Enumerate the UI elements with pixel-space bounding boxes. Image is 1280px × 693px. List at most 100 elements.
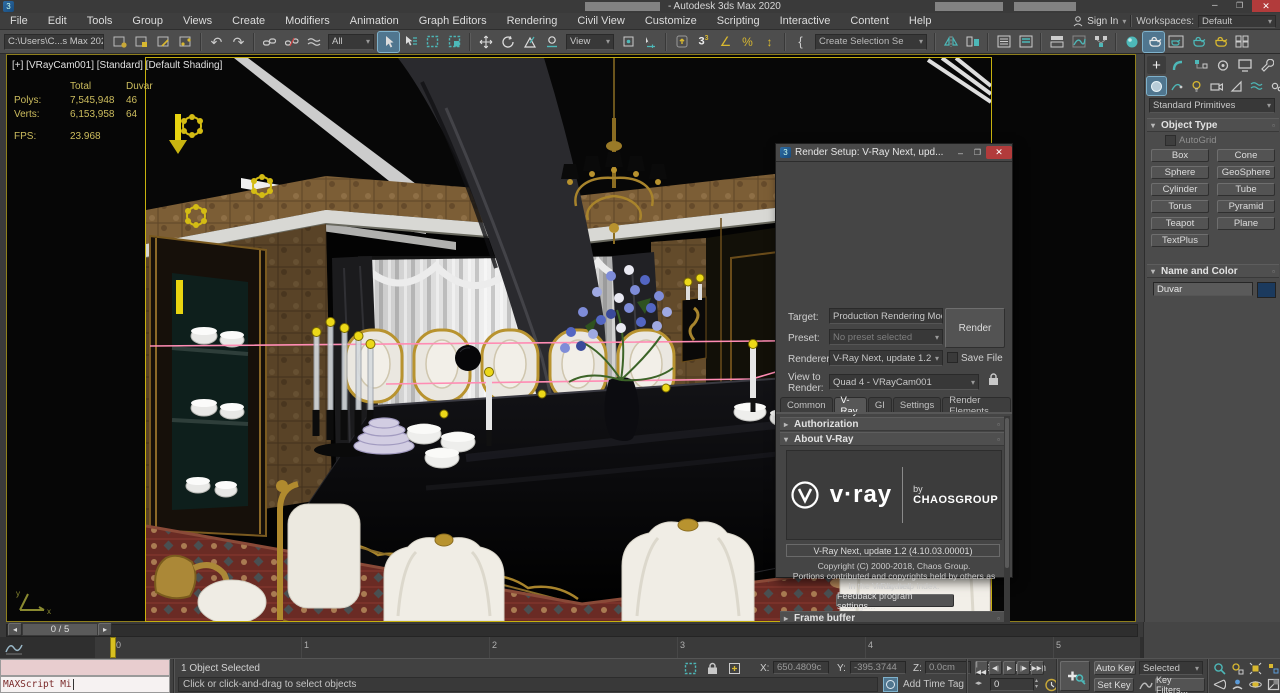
feedback-settings-button[interactable]: Feedback program settings... xyxy=(836,594,954,607)
rollout-authorization[interactable]: Authorization xyxy=(780,417,1004,431)
view-to-render-dropdown[interactable]: Quad 4 - VRayCam001 xyxy=(829,374,979,390)
tab-v-ray[interactable]: V-Ray xyxy=(834,397,867,413)
create-box-button[interactable]: Box xyxy=(1151,149,1209,162)
menu-file[interactable]: File xyxy=(0,15,38,27)
frame-number-field[interactable]: 0 xyxy=(990,678,1034,691)
menu-help[interactable]: Help xyxy=(899,15,942,27)
target-dropdown[interactable]: Production Rendering Mode xyxy=(829,308,943,324)
create-textplus-button[interactable]: TextPlus xyxy=(1151,234,1209,247)
renderer-dropdown[interactable]: V-Ray Next, update 1.2 xyxy=(829,350,943,366)
time-tag-icon[interactable] xyxy=(884,678,897,691)
selection-lock-icon[interactable] xyxy=(704,661,721,676)
set-key-button[interactable]: Set Key xyxy=(1094,678,1134,692)
dialog-maximize-button[interactable] xyxy=(969,146,986,159)
tab-create[interactable]: + xyxy=(1147,56,1166,74)
zoom-extents-icon[interactable] xyxy=(1247,661,1264,676)
subtab-cameras[interactable] xyxy=(1207,77,1226,95)
next-frame-button[interactable]: |▶ xyxy=(1017,661,1030,675)
menu-modifiers[interactable]: Modifiers xyxy=(275,15,340,27)
toggle-scene-explorer-icon[interactable] xyxy=(993,32,1014,52)
select-and-place-icon[interactable] xyxy=(541,32,562,52)
orbit-icon[interactable] xyxy=(1247,677,1264,692)
object-color-swatch[interactable] xyxy=(1257,282,1276,298)
subtab-lights[interactable] xyxy=(1187,77,1206,95)
create-tube-button[interactable]: Tube xyxy=(1217,183,1275,196)
tab-modify[interactable] xyxy=(1169,56,1188,74)
create-torus-button[interactable]: Torus xyxy=(1151,200,1209,213)
field-of-view-icon[interactable] xyxy=(1211,677,1228,692)
previous-frame-arrow[interactable] xyxy=(8,623,22,636)
curve-editor-icon[interactable] xyxy=(1068,32,1089,52)
tab-display[interactable] xyxy=(1235,56,1254,74)
zoom-all-icon[interactable] xyxy=(1229,661,1246,676)
keyboard-override-icon[interactable] xyxy=(671,32,692,52)
menu-animation[interactable]: Animation xyxy=(340,15,409,27)
rollout-object-type[interactable]: Object Type xyxy=(1147,118,1279,132)
create-sphere-button[interactable]: Sphere xyxy=(1151,166,1209,179)
isolate-selection-icon[interactable] xyxy=(682,661,699,676)
select-and-rotate-icon[interactable] xyxy=(497,32,518,52)
key-filters-curve-icon[interactable] xyxy=(1139,679,1153,691)
menu-create[interactable]: Create xyxy=(222,15,275,27)
tab-settings[interactable]: Settings xyxy=(893,397,941,413)
preset-dropdown[interactable]: No preset selected xyxy=(829,329,943,345)
add-time-tag[interactable]: Add Time Tag xyxy=(903,679,964,690)
toggle-layer-explorer-icon[interactable] xyxy=(1015,32,1036,52)
subtab-space-warps[interactable] xyxy=(1247,77,1266,95)
lock-view-icon[interactable] xyxy=(988,373,999,386)
menu-group[interactable]: Group xyxy=(122,15,173,27)
unlink-selection-icon[interactable] xyxy=(281,32,302,52)
selection-filter-dropdown[interactable]: All xyxy=(328,34,374,50)
zoom-icon[interactable] xyxy=(1211,661,1228,676)
time-slider-handle[interactable]: 0 / 5 xyxy=(8,623,112,636)
subtab-shapes[interactable] xyxy=(1167,77,1186,95)
menu-customize[interactable]: Customize xyxy=(635,15,707,27)
render-setup-icon[interactable] xyxy=(1143,32,1164,52)
sign-in-button[interactable]: Sign In xyxy=(1087,16,1118,27)
select-and-manipulate-icon[interactable] xyxy=(640,32,661,52)
time-slider[interactable]: 0 / 5 xyxy=(0,622,1143,637)
scene-china-cabinet[interactable] xyxy=(150,236,266,536)
menu-rendering[interactable]: Rendering xyxy=(497,15,568,27)
select-and-link-icon[interactable] xyxy=(259,32,280,52)
percent-snap-icon[interactable]: % xyxy=(737,32,758,52)
key-filters-button[interactable]: Key Filters... xyxy=(1155,678,1205,692)
current-time-marker[interactable] xyxy=(110,637,116,658)
subtab-geometry[interactable] xyxy=(1147,77,1166,95)
save-file-browse[interactable]: ... xyxy=(992,350,1000,361)
create-cone-button[interactable]: Cone xyxy=(1217,149,1275,162)
y-coord-field[interactable]: -395.3744 xyxy=(850,661,906,674)
create-pyramid-button[interactable]: Pyramid xyxy=(1217,200,1275,213)
menu-content[interactable]: Content xyxy=(840,15,899,27)
maximize-button[interactable] xyxy=(1236,1,1243,10)
bind-to-space-warp-icon[interactable] xyxy=(303,32,324,52)
rendered-frame-window-icon[interactable] xyxy=(1165,32,1186,52)
auto-key-button[interactable]: Auto Key xyxy=(1094,661,1136,675)
pan-view-icon[interactable] xyxy=(1229,677,1246,692)
play-button[interactable]: ▶ xyxy=(1003,661,1016,675)
maxscript-listener-output[interactable] xyxy=(0,659,170,676)
next-frame-arrow[interactable] xyxy=(98,623,112,636)
create-geosphere-button[interactable]: GeoSphere xyxy=(1217,166,1275,179)
menu-tools[interactable]: Tools xyxy=(77,15,123,27)
select-and-scale-icon[interactable] xyxy=(519,32,540,52)
spinner-down-icon[interactable] xyxy=(1035,684,1038,690)
render-production-icon[interactable] xyxy=(1187,32,1208,52)
close-button[interactable]: ✕ xyxy=(1252,0,1280,12)
minimize-button[interactable] xyxy=(1212,0,1218,11)
key-step-icon[interactable] xyxy=(975,679,982,687)
undo-icon[interactable]: ↶ xyxy=(206,32,227,52)
autogrid-checkbox[interactable] xyxy=(1165,135,1176,146)
render-iterative-icon[interactable] xyxy=(1209,32,1230,52)
object-name-field[interactable]: Duvar xyxy=(1153,282,1253,296)
absolute-offset-toggle-icon[interactable] xyxy=(726,661,743,676)
menu-edit[interactable]: Edit xyxy=(38,15,77,27)
scene-script-icon[interactable] xyxy=(131,32,152,52)
dialog-minimize-button[interactable] xyxy=(952,146,969,159)
menu-civil-view[interactable]: Civil View xyxy=(567,15,634,27)
subtab-systems[interactable] xyxy=(1267,77,1280,95)
menu-scripting[interactable]: Scripting xyxy=(707,15,770,27)
menu-views[interactable]: Views xyxy=(173,15,222,27)
tab-common[interactable]: Common xyxy=(780,397,833,413)
window-crossing-toggle-icon[interactable] xyxy=(444,32,465,52)
